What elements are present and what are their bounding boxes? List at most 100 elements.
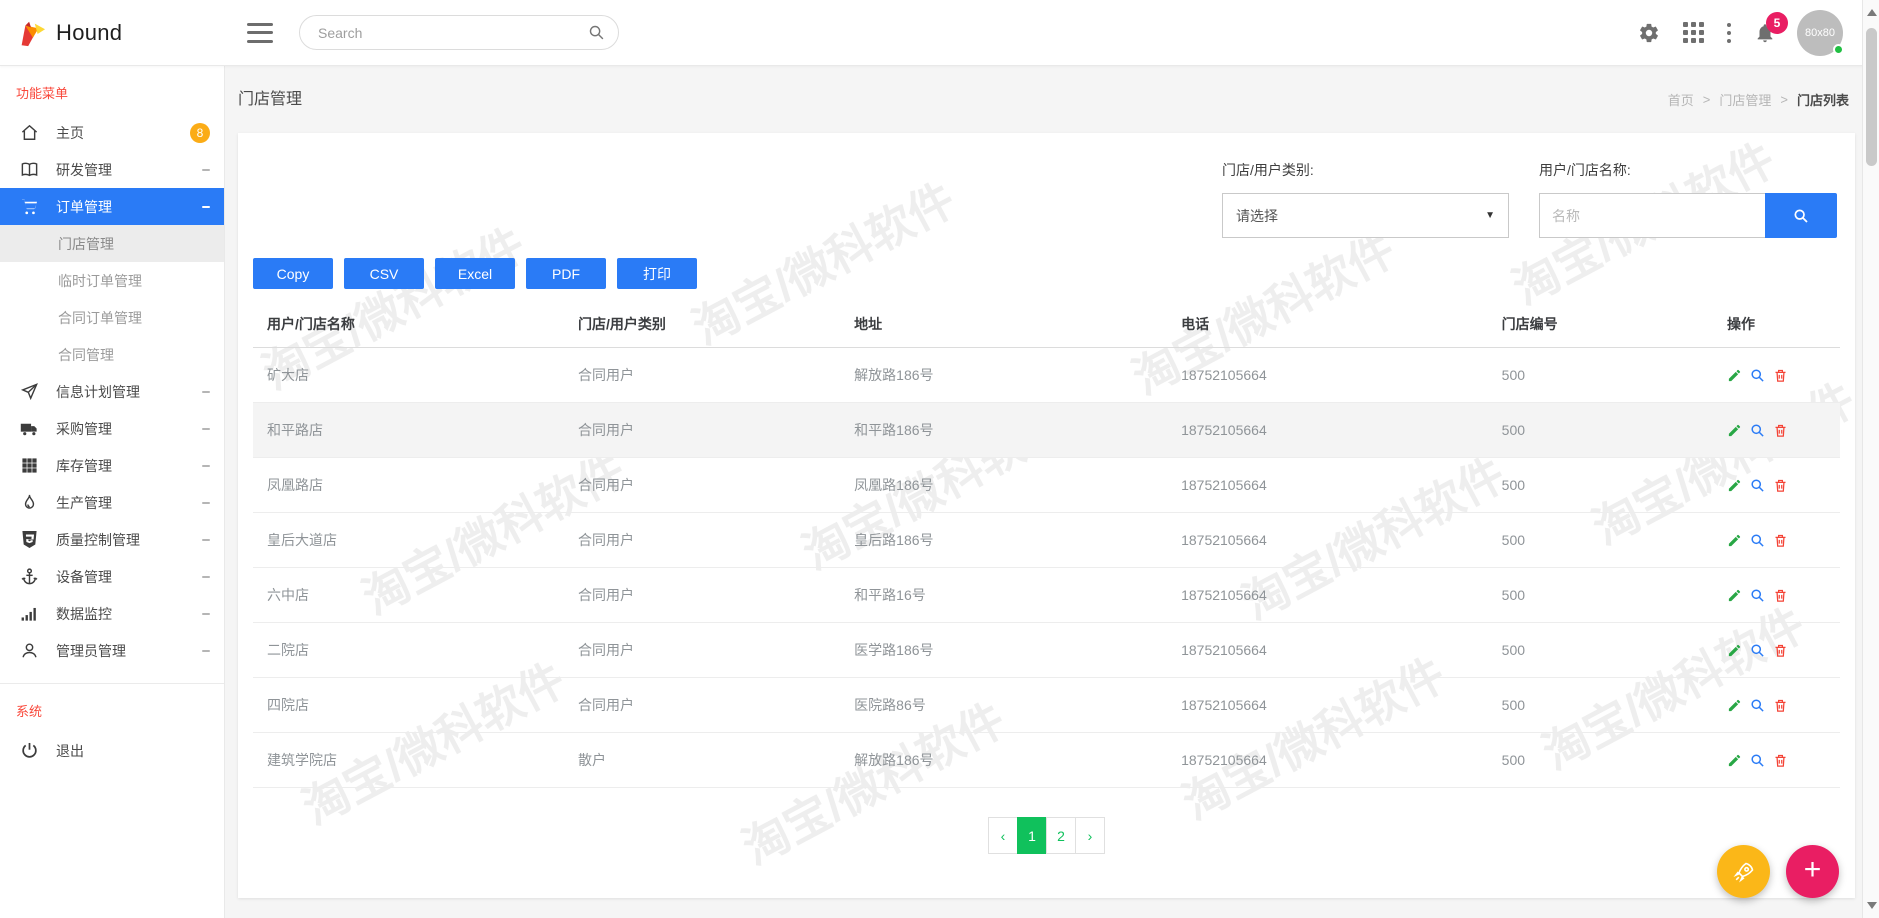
sidebar-item-production[interactable]: 生产管理 xyxy=(0,484,224,521)
gear-icon[interactable] xyxy=(1636,20,1662,46)
store-table: 用户/门店名称 门店/用户类别 地址 电话 门店编号 操作 矿大店 合同用户 解放路… xyxy=(253,303,1840,788)
sidebar-subitem-stores[interactable]: 门店管理 xyxy=(0,225,224,262)
plus-icon: + xyxy=(1803,852,1822,886)
filter-search-button[interactable] xyxy=(1765,193,1837,238)
global-search xyxy=(299,15,619,50)
edit-pencil-icon[interactable] xyxy=(1727,478,1742,493)
view-magnifier-icon[interactable] xyxy=(1750,478,1765,493)
sidebar-item-admins[interactable]: 管理员管理 xyxy=(0,632,224,669)
sidebar-item-logout[interactable]: 退出 xyxy=(0,732,224,769)
edit-pencil-icon[interactable] xyxy=(1727,533,1742,548)
delete-trash-icon[interactable] xyxy=(1773,423,1788,438)
sidebar-item-orders[interactable]: 订单管理 xyxy=(0,188,224,225)
delete-trash-icon[interactable] xyxy=(1773,478,1788,493)
chevron-toggle-icon xyxy=(202,168,210,171)
search-icon[interactable] xyxy=(588,24,605,41)
category-filter: 门店/用户类别: 请选择 ▼ xyxy=(1222,160,1509,238)
delete-trash-icon[interactable] xyxy=(1773,753,1788,768)
sidebar-item-data-monitor[interactable]: 数据监控 xyxy=(0,595,224,632)
page-header: 门店管理 首页 > 门店管理 > 门店列表 xyxy=(225,66,1862,128)
table-row: 建筑学院店 散户 解放路186号 18752105664 500 xyxy=(253,732,1840,788)
page-title: 门店管理 xyxy=(238,91,303,108)
kebab-menu-icon[interactable] xyxy=(1725,21,1733,45)
bars-icon xyxy=(20,604,39,623)
pagination-page-2[interactable]: 2 xyxy=(1046,817,1076,854)
column-header-actions: 操作 xyxy=(1713,303,1840,348)
sidebar-item-equipment[interactable]: 设备管理 xyxy=(0,558,224,595)
scrollbar[interactable] xyxy=(1862,0,1879,918)
view-magnifier-icon[interactable] xyxy=(1750,423,1765,438)
rocket-fab-button[interactable] xyxy=(1717,845,1770,898)
edit-pencil-icon[interactable] xyxy=(1727,643,1742,658)
print-button[interactable]: 打印 xyxy=(617,258,697,289)
pagination-page-1[interactable]: 1 xyxy=(1017,817,1047,854)
pdf-button[interactable]: PDF xyxy=(526,258,606,289)
column-header-category: 门店/用户类别 xyxy=(564,303,841,348)
breadcrumb-mid[interactable]: 门店管理 xyxy=(1719,90,1771,109)
table-row: 皇后大道店 合同用户 皇后路186号 18752105664 500 xyxy=(253,512,1840,568)
sidebar-subitem-contracts[interactable]: 合同管理 xyxy=(0,336,224,373)
flame-icon xyxy=(20,493,39,512)
delete-trash-icon[interactable] xyxy=(1773,533,1788,548)
user-icon xyxy=(20,641,39,660)
sidebar: 功能菜单 主页 8 研发管理 订单管理 门店管理 临时订单管理 合同订单管理 合… xyxy=(0,66,225,918)
sidebar-subitem-contract-orders[interactable]: 合同订单管理 xyxy=(0,299,224,336)
sidebar-item-purchasing[interactable]: 采购管理 xyxy=(0,410,224,447)
sidebar-subitem-temp-orders[interactable]: 临时订单管理 xyxy=(0,262,224,299)
navbar-actions: 5 80x80 xyxy=(1636,9,1879,56)
store-list-card: 淘宝/微科软件 淘宝/微科软件 淘宝/微科软件 淘宝/微科软件 淘宝/微科软件 … xyxy=(238,133,1855,898)
brand: Hound xyxy=(0,18,225,48)
sidebar-item-rnd[interactable]: 研发管理 xyxy=(0,151,224,188)
export-toolbar: Copy CSV Excel PDF 打印 xyxy=(253,258,1840,289)
edit-pencil-icon[interactable] xyxy=(1727,588,1742,603)
filter-bar: 门店/用户类别: 请选择 ▼ 用户/门店名称: xyxy=(253,148,1840,244)
delete-trash-icon[interactable] xyxy=(1773,698,1788,713)
csv-button[interactable]: CSV xyxy=(344,258,424,289)
scroll-up-arrow-icon[interactable] xyxy=(1867,9,1877,16)
copy-button[interactable]: Copy xyxy=(253,258,333,289)
edit-pencil-icon[interactable] xyxy=(1727,423,1742,438)
delete-trash-icon[interactable] xyxy=(1773,588,1788,603)
table-row: 矿大店 合同用户 解放路186号 18752105664 500 xyxy=(253,347,1840,403)
rocket-icon xyxy=(1733,862,1753,882)
delete-trash-icon[interactable] xyxy=(1773,368,1788,383)
edit-pencil-icon[interactable] xyxy=(1727,753,1742,768)
chevron-toggle-icon xyxy=(202,464,210,467)
scroll-down-arrow-icon[interactable] xyxy=(1867,902,1877,909)
chevron-toggle-icon xyxy=(202,538,210,541)
pagination-prev-button[interactable]: ‹ xyxy=(988,817,1018,854)
search-input[interactable] xyxy=(299,15,619,50)
sidebar-item-inventory[interactable]: 库存管理 xyxy=(0,447,224,484)
store-name-input[interactable] xyxy=(1539,193,1765,238)
view-magnifier-icon[interactable] xyxy=(1750,698,1765,713)
view-magnifier-icon[interactable] xyxy=(1750,533,1765,548)
category-select[interactable]: 请选择 ▼ xyxy=(1222,193,1509,238)
bell-icon[interactable]: 5 xyxy=(1752,11,1788,46)
caret-down-icon: ▼ xyxy=(1485,210,1495,221)
chevron-toggle-icon xyxy=(202,612,210,615)
sidebar-item-quality[interactable]: 质量控制管理 xyxy=(0,521,224,558)
breadcrumb-home[interactable]: 首页 xyxy=(1668,90,1694,109)
sidebar-item-info-plan[interactable]: 信息计划管理 xyxy=(0,373,224,410)
avatar[interactable]: 80x80 xyxy=(1797,9,1844,56)
view-magnifier-icon[interactable] xyxy=(1750,368,1765,383)
menu-section-label: 功能菜单 xyxy=(16,86,69,101)
chevron-toggle-icon xyxy=(202,205,210,208)
cart-icon xyxy=(20,197,39,216)
chevron-toggle-icon xyxy=(202,501,210,504)
sidebar-item-home[interactable]: 主页 8 xyxy=(0,114,224,151)
edit-pencil-icon[interactable] xyxy=(1727,698,1742,713)
add-fab-button[interactable]: + xyxy=(1786,845,1839,898)
menu-toggle-button[interactable] xyxy=(247,22,273,43)
edit-pencil-icon[interactable] xyxy=(1727,368,1742,383)
pagination-next-button[interactable]: › xyxy=(1075,817,1105,854)
apps-grid-icon[interactable] xyxy=(1681,20,1706,45)
book-icon xyxy=(20,160,39,179)
excel-button[interactable]: Excel xyxy=(435,258,515,289)
category-filter-label: 门店/用户类别: xyxy=(1222,162,1314,178)
view-magnifier-icon[interactable] xyxy=(1750,588,1765,603)
scrollbar-thumb[interactable] xyxy=(1866,28,1877,166)
view-magnifier-icon[interactable] xyxy=(1750,753,1765,768)
delete-trash-icon[interactable] xyxy=(1773,643,1788,658)
view-magnifier-icon[interactable] xyxy=(1750,643,1765,658)
